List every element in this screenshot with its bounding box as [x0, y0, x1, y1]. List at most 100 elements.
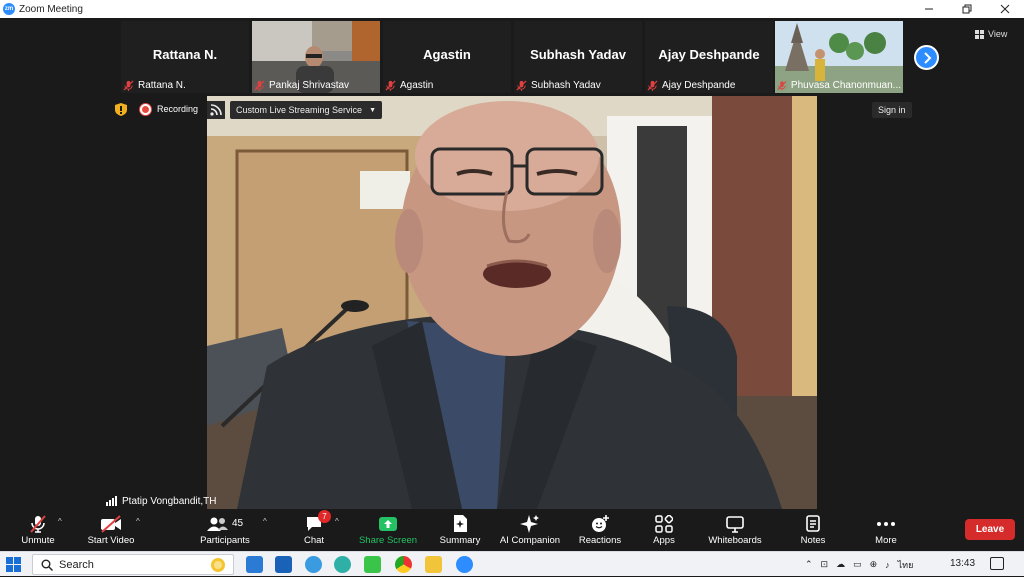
summary-icon	[454, 515, 467, 532]
title-bar: zm Zoom Meeting	[0, 0, 1024, 18]
participant-label: Subhash Yadav	[516, 78, 601, 92]
participant-label-text: Rattana N.	[138, 79, 186, 91]
more-button[interactable]: More	[871, 513, 901, 549]
gallery-next-button[interactable]	[914, 45, 939, 70]
participant-tile[interactable]: Rattana N. Rattana N.	[121, 21, 249, 93]
unmute-button[interactable]: Unmute	[18, 513, 58, 549]
minimize-button[interactable]	[910, 0, 948, 18]
apps-label: Apps	[653, 535, 675, 546]
security-shield-icon[interactable]	[114, 102, 128, 117]
mic-muted-icon	[777, 80, 787, 90]
onedrive-icon[interactable]: ☁	[836, 559, 845, 570]
speaker-video-frame	[207, 96, 817, 509]
tray-overflow-icon[interactable]: ⌃	[805, 559, 813, 570]
sparkle-icon	[520, 514, 539, 533]
participant-tile-video[interactable]: Phuvasa Chanonmuan...	[775, 21, 903, 93]
share-screen-button[interactable]: Share Screen	[358, 513, 418, 549]
mail-app-icon[interactable]	[246, 556, 263, 573]
taskbar-search-box[interactable]: Search	[32, 554, 234, 575]
zoom-window: zm Zoom Meeting Rattana N. Rattana N. Pa…	[0, 0, 1024, 576]
participants-options-caret[interactable]: ^	[263, 517, 267, 526]
mic-muted-icon	[516, 79, 527, 91]
caret-down-icon: ▼	[369, 106, 376, 114]
summary-button[interactable]: Summary	[437, 513, 483, 549]
mic-muted-icon	[123, 79, 134, 91]
participant-label: Agastin	[385, 78, 433, 92]
video-off-icon	[101, 514, 121, 533]
restore-button[interactable]	[948, 0, 986, 18]
recording-label: Recording	[157, 104, 199, 114]
participant-tile[interactable]: Ajay Deshpande Ajay Deshpande	[645, 21, 773, 93]
chat-label: Chat	[303, 535, 325, 546]
language-indicator[interactable]: ไทย	[898, 558, 914, 572]
leave-button[interactable]: Leave	[965, 519, 1015, 540]
participant-label-text: Subhash Yadav	[531, 79, 601, 91]
close-icon	[1000, 4, 1010, 14]
zoom-taskbar-icon[interactable]	[456, 556, 473, 573]
line-app-icon[interactable]	[364, 556, 381, 573]
notes-icon	[806, 515, 820, 532]
windows-taskbar: Search ⌃ ⊡ ☁ ▭ ⊕ ♪ ไทย 13:43	[0, 551, 1024, 576]
system-tray: ⌃ ⊡ ☁ ▭ ⊕ ♪ ไทย	[805, 552, 921, 577]
sign-in-button[interactable]: Sign in	[872, 102, 912, 118]
participant-tile-video[interactable]: Pankaj Shrivastav	[252, 21, 380, 93]
edge-app-icon[interactable]	[334, 556, 351, 573]
chat-button[interactable]: 7 Chat	[300, 510, 331, 549]
restore-icon	[962, 4, 972, 14]
participant-label: Ajay Deshpande	[647, 78, 735, 92]
whiteboard-icon	[726, 515, 744, 533]
close-button[interactable]	[986, 0, 1024, 18]
live-streaming-dropdown[interactable]: Custom Live Streaming Service ▼	[230, 101, 382, 119]
taskbar-clock[interactable]: 13:43	[950, 558, 975, 569]
participant-display-name: Agastin	[423, 47, 471, 62]
whiteboards-button[interactable]: Whiteboards	[704, 513, 766, 549]
participant-display-name: Subhash Yadav	[530, 47, 626, 62]
mic-muted-icon	[385, 79, 396, 91]
start-video-label: Start Video	[87, 535, 135, 546]
chrome-app-icon[interactable]	[395, 556, 412, 573]
store-app-icon[interactable]	[275, 556, 292, 573]
battery-icon[interactable]: ▭	[853, 559, 862, 570]
video-options-caret[interactable]: ^	[136, 517, 140, 526]
reactions-button[interactable]: Reactions	[577, 513, 623, 549]
live-stream-icon	[207, 101, 225, 119]
globe-icon[interactable]: ⊕	[870, 559, 878, 570]
start-video-button[interactable]: Start Video	[84, 513, 138, 549]
view-button-label: View	[988, 29, 1008, 39]
participant-count: 45	[231, 518, 244, 529]
notes-button[interactable]: Notes	[797, 513, 829, 549]
network-icon[interactable]: ⊡	[821, 559, 829, 570]
meeting-toolbar: Unmute ^ Start Video ^ 45 Participants ^…	[0, 509, 1024, 551]
edge-legacy-app-icon[interactable]	[305, 556, 322, 573]
chevron-right-icon	[923, 51, 931, 64]
volume-icon[interactable]: ♪	[885, 560, 890, 570]
participant-label: Phuvasa Chanonmuan...	[777, 78, 901, 92]
record-icon	[140, 103, 151, 115]
meeting-info-bar: Recording Custom Live Streaming Service …	[0, 96, 1024, 124]
audio-options-caret[interactable]: ^	[58, 517, 62, 526]
participant-label-text: Ajay Deshpande	[662, 79, 736, 91]
ai-companion-label: AI Companion	[499, 535, 561, 546]
chat-options-caret[interactable]: ^	[335, 517, 339, 526]
file-explorer-icon[interactable]	[425, 556, 442, 573]
search-highlight-icon	[211, 557, 225, 572]
participant-tile[interactable]: Subhash Yadav Subhash Yadav	[514, 21, 642, 93]
speaker-name-text: Ptatip Vongbandit,TH	[122, 495, 217, 507]
apps-button[interactable]: Apps	[650, 513, 678, 549]
unmute-label: Unmute	[21, 535, 55, 546]
search-icon	[41, 559, 53, 571]
zoom-logo-icon: zm	[3, 3, 15, 15]
participants-button[interactable]: 45 Participants	[197, 513, 253, 549]
view-button[interactable]: View	[975, 26, 1007, 42]
ai-companion-button[interactable]: AI Companion	[497, 513, 563, 549]
mic-muted-icon	[254, 79, 265, 91]
participant-tile[interactable]: Agastin Agastin	[383, 21, 511, 93]
notification-center-icon[interactable]	[990, 557, 1004, 570]
grid-view-icon	[975, 29, 984, 39]
share-screen-icon	[379, 516, 397, 531]
more-label: More	[875, 535, 897, 546]
participant-label: Pankaj Shrivastav	[254, 78, 349, 92]
participants-label: Participants	[200, 535, 250, 546]
windows-start-icon[interactable]	[6, 557, 21, 572]
recording-indicator[interactable]: Recording	[140, 102, 198, 116]
